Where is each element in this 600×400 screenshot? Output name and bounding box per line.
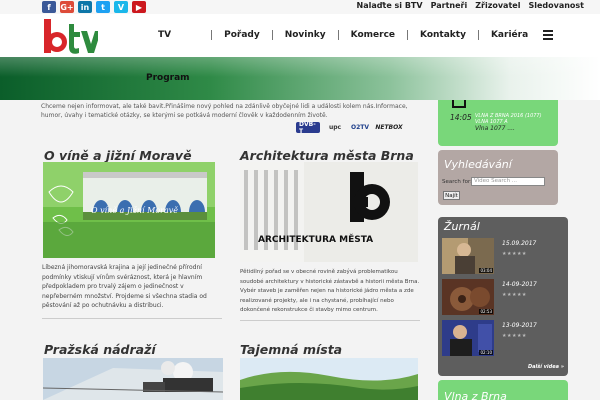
top-link-sledovanost[interactable]: Sledovanost: [528, 1, 584, 10]
nav-item-porady[interactable]: Pořady: [212, 30, 272, 40]
upc-logo[interactable]: upc: [326, 122, 344, 133]
intro-text: Chceme nejen informovat, ale také bavit.…: [41, 103, 408, 119]
schedule-time: 14:05: [450, 113, 472, 122]
divider: [42, 318, 222, 319]
nav-item-komerce[interactable]: Komerce: [339, 30, 407, 40]
nav-item-tv[interactable]: TV: [146, 30, 183, 40]
article-title[interactable]: O víně a jižní Moravě: [44, 148, 192, 163]
youtube-icon[interactable]: ▶: [132, 1, 146, 13]
article-title[interactable]: Architektura města Brna: [240, 148, 414, 163]
article-title[interactable]: Tajemná místa: [240, 342, 342, 357]
search-label: Search for:: [442, 179, 472, 185]
top-link-naladte[interactable]: Nalaďte si BTV: [357, 1, 423, 10]
schedule-current: Vlna 1077 ....: [475, 125, 515, 132]
btv-logo[interactable]: [44, 19, 98, 55]
nav-item-kontakty[interactable]: Kontakty: [408, 30, 478, 40]
vimeo-icon[interactable]: V: [114, 1, 128, 13]
search-box: Vyhledávání Search for: Video Search ...…: [438, 150, 558, 205]
article-image-architektura[interactable]: ARCHITEKTURA MĚSTA: [240, 162, 418, 262]
o2tv-logo[interactable]: O2TV: [350, 122, 370, 133]
rating-stars-icon: ★★★★★: [502, 333, 527, 339]
vlna-title: Vlna z Brna: [444, 390, 507, 400]
zurnal-title: Žurnál: [444, 220, 480, 233]
more-videos-link[interactable]: Další videa »: [528, 364, 564, 370]
search-button[interactable]: Najít: [443, 191, 460, 200]
video-date: 13-09-2017: [502, 322, 537, 329]
facebook-icon[interactable]: f: [42, 1, 56, 13]
top-link-partneri[interactable]: Partneři: [431, 1, 468, 10]
rating-stars-icon: ★★★★★: [502, 292, 527, 298]
video-date: 15.09.2017: [502, 240, 537, 247]
video-date: 14-09-2017: [502, 281, 537, 288]
linkedin-icon[interactable]: in: [78, 1, 92, 13]
netbox-logo[interactable]: NETBOX: [375, 122, 402, 133]
google-plus-icon[interactable]: G+: [60, 1, 74, 13]
hamburger-menu-icon[interactable]: [543, 30, 553, 40]
video-thumbnail[interactable]: 02:53: [442, 279, 494, 315]
top-link-zrizovatel[interactable]: Zřizovatel: [475, 1, 520, 10]
zurnal-item[interactable]: 02:53 14-09-2017 ★★★★★: [442, 279, 560, 315]
article-image-tajemna-mista[interactable]: [240, 358, 418, 400]
video-thumbnail[interactable]: 02:10: [442, 320, 494, 356]
video-duration: 03:04: [479, 268, 493, 273]
partner-logos: DVB-T upc O2TV NETBOX: [296, 121, 403, 135]
divider: [240, 320, 420, 321]
zurnal-item[interactable]: 02:10 13-09-2017 ★★★★★: [442, 320, 560, 356]
article-image-vine[interactable]: O víně a Jižní Moravě: [43, 162, 215, 258]
tv-icon: [452, 100, 466, 108]
nav-item-program[interactable]: Program: [146, 73, 190, 83]
header: TV Pořady Novinky Komerce Kontakty Karié…: [0, 14, 600, 57]
video-thumbnail[interactable]: 03:04: [442, 238, 494, 274]
social-links: f G+ in t V ▶: [42, 1, 146, 13]
article-image-nadrazi[interactable]: [43, 358, 223, 400]
article-image-caption: ARCHITEKTURA MĚSTA: [258, 235, 374, 245]
article-description: Pětidílný pořad se v obecné rovině zabýv…: [240, 269, 420, 313]
article-description: Líbezná jihomoravská krajina a její jedi…: [42, 264, 207, 310]
zurnal-item[interactable]: 03:04 15.09.2017 ★★★★★: [442, 238, 560, 274]
top-links: Nalaďte si BTV Partneři Zřizovatel Sledo…: [357, 1, 584, 10]
dvbt-logo[interactable]: DVB-T: [296, 121, 320, 135]
video-duration: 02:10: [479, 350, 493, 355]
green-banner: [0, 57, 600, 100]
video-duration: 02:53: [479, 309, 493, 314]
twitter-icon[interactable]: t: [96, 1, 110, 13]
search-input[interactable]: Video Search ...: [471, 177, 545, 186]
rating-stars-icon: ★★★★★: [502, 251, 527, 257]
main-nav: TV Pořady Novinky Komerce Kontakty Karié…: [146, 30, 540, 40]
nav-item-kariera[interactable]: Kariéra: [479, 30, 540, 40]
page: f G+ in t V ▶ Nalaďte si BTV Partneři Zř…: [0, 0, 600, 400]
search-title: Vyhledávání: [444, 158, 512, 171]
article-image-caption: O víně a Jižní Moravě: [91, 206, 179, 215]
schedule-box[interactable]: 14:05 VLNA Z BRNA 2016 (1077) VLNA 1077 …: [438, 100, 558, 146]
zurnal-box: Žurnál 03:04 15.09.2017 ★★★★★ 02:53 14-0…: [438, 217, 568, 376]
nav-item-novinky[interactable]: Novinky: [273, 30, 338, 40]
top-bar: f G+ in t V ▶ Nalaďte si BTV Partneři Zř…: [0, 0, 600, 14]
vlna-box[interactable]: Vlna z Brna: [438, 380, 568, 400]
article-title[interactable]: Pražská nádraží: [44, 342, 156, 357]
